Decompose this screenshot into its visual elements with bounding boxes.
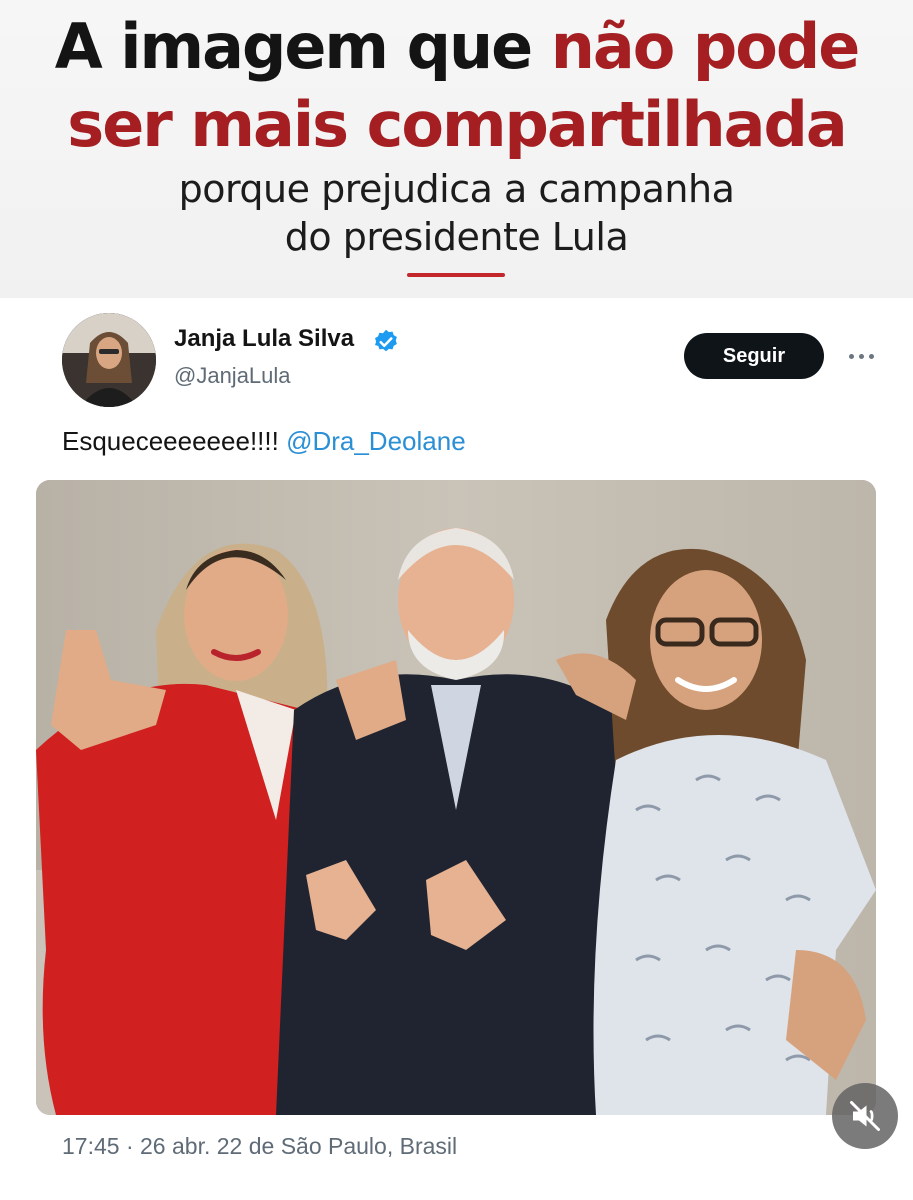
tweet-timestamp[interactable]: 17:45 · 26 abr. 22 de São Paulo, Brasil (62, 1133, 457, 1160)
accent-underline (407, 273, 505, 277)
tweet-date-location: 26 abr. 22 de São Paulo, Brasil (140, 1133, 458, 1159)
follow-button[interactable]: Seguir (684, 333, 824, 379)
subtitle-line-1: porque prejudica a campanha (178, 167, 735, 211)
mention-link[interactable]: @Dra_Deolane (286, 426, 466, 456)
tweet-body: Esqueceeeeeee!!!! @Dra_Deolane (62, 426, 466, 457)
headline-dark-text: A imagem que (54, 10, 551, 83)
verified-badge-icon (375, 329, 397, 352)
dot (868, 353, 874, 359)
tweet-photo[interactable] (36, 480, 876, 1115)
headline-line-1: A imagem que não pode (0, 12, 913, 82)
tweet-time: 17:45 (62, 1133, 120, 1159)
headline-line-2: ser mais compartilhada (67, 88, 847, 161)
avatar-image (62, 313, 156, 407)
author-name[interactable]: Janja Lula Silva (174, 325, 354, 353)
tweet-text: Esqueceeeeeee!!!! (62, 426, 287, 456)
dot (848, 353, 854, 359)
headline-red-text: não pode (550, 10, 861, 83)
author-handle[interactable]: @JanjaLula (174, 363, 291, 389)
more-options-icon[interactable] (846, 346, 876, 366)
mute-toggle-button[interactable] (832, 1083, 898, 1149)
headline-banner: A imagem que não pode ser mais compartil… (0, 0, 913, 298)
timestamp-separator: · (119, 1133, 141, 1159)
dot (858, 353, 864, 359)
photo-illustration (36, 480, 876, 1115)
subtitle-line-2: do presidente Lula (284, 215, 629, 259)
muted-speaker-icon (850, 1101, 880, 1131)
author-avatar[interactable] (62, 313, 156, 407)
